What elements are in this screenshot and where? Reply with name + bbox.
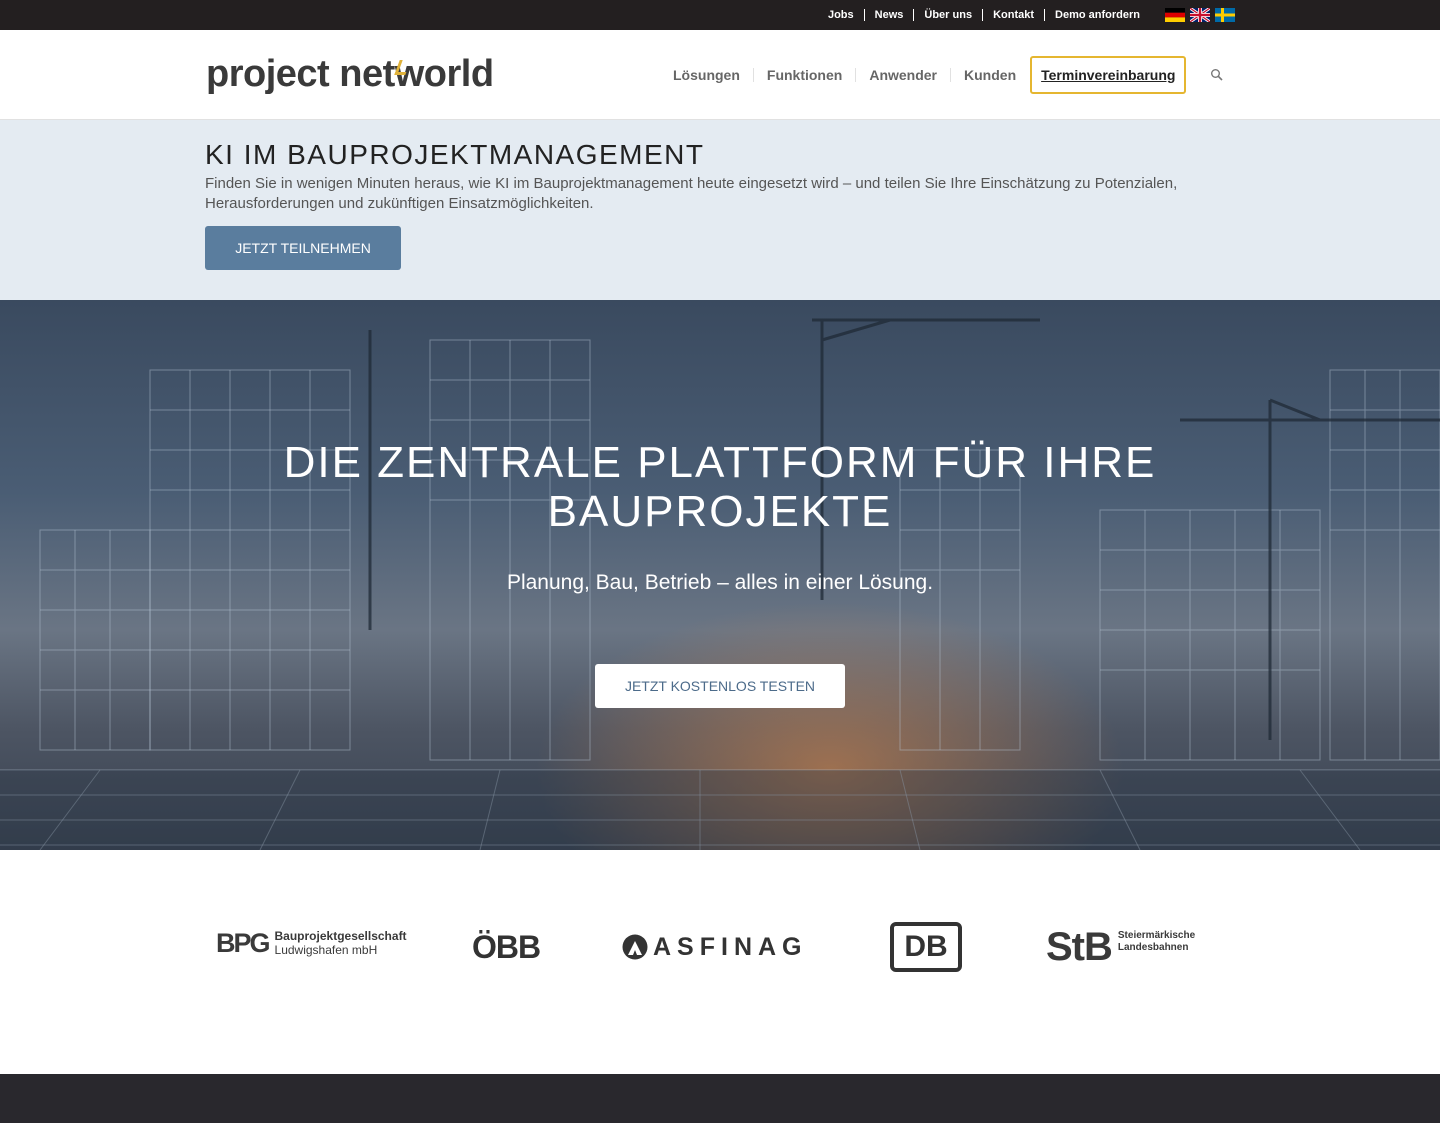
bpg-logo: BPG Bauprojektgesellschaft Ludwigshafen … <box>216 928 407 958</box>
nav-item-kunden[interactable]: Kunden <box>950 68 1029 82</box>
utility-link-demo[interactable]: Demo anfordern <box>1044 9 1150 21</box>
db-mark: DB <box>904 930 948 963</box>
free-trial-button[interactable]: JETZT KOSTENLOS TESTEN <box>595 664 845 708</box>
top-utility-bar: Jobs News Über uns Kontakt Demo anforder… <box>0 0 1440 30</box>
utility-link-jobs[interactable]: Jobs <box>818 9 864 21</box>
nav-item-funktionen[interactable]: Funktionen <box>752 68 855 82</box>
stb-logo: StB Steiermärkische Landesbahnen <box>1046 926 1195 968</box>
main-navigation: Lösungen Funktionen Anwender Kunden Term… <box>660 56 1223 94</box>
banner-title: KI IM BAUPROJEKTMANAGEMENT <box>205 139 705 170</box>
nav-item-anwender[interactable]: Anwender <box>855 68 950 82</box>
utility-links: Jobs News Über uns Kontakt Demo anforder… <box>818 0 1150 30</box>
utility-link-contact[interactable]: Kontakt <box>982 9 1044 21</box>
ki-survey-banner: KI IM BAUPROJEKTMANAGEMENT Finden Sie in… <box>0 120 1440 300</box>
main-header: project net world Lösungen Funktionen Anw… <box>0 30 1440 120</box>
db-logo: DB <box>890 922 962 972</box>
bpg-mark: BPG <box>216 928 270 958</box>
logo-text-part2: world <box>394 53 494 95</box>
site-logo[interactable]: project net world <box>206 54 494 94</box>
utility-link-news[interactable]: News <box>863 9 914 21</box>
bpg-name-line1: Bauprojektgesellschaft <box>274 929 407 943</box>
hero-section: DIE ZENTRALE PLATTFORM FÜR IHRE BAUPROJE… <box>0 300 1440 850</box>
appointment-button[interactable]: Terminvereinbarung <box>1030 56 1187 94</box>
bpg-name-line2: Ludwigshafen mbH <box>274 943 378 957</box>
german-flag-icon[interactable] <box>1165 8 1185 22</box>
stb-mark: StB <box>1046 925 1113 969</box>
banner-text: Finden Sie in wenigen Minuten heraus, wi… <box>205 175 1178 212</box>
asfinag-emblem-icon <box>622 934 648 960</box>
obb-logo: ÖBB <box>472 929 541 965</box>
utility-link-about[interactable]: Über uns <box>913 9 982 21</box>
customer-logos: BPG Bauprojektgesellschaft Ludwigshafen … <box>0 850 1440 1074</box>
stb-name-line2: Landesbahnen <box>1117 942 1189 953</box>
nav-item-loesungen[interactable]: Lösungen <box>660 68 753 82</box>
asfinag-logo: ASFINAG <box>621 932 808 962</box>
logo-text-part1: project net <box>206 53 395 95</box>
hero-subtitle: Planung, Bau, Betrieb – alles in einer L… <box>506 571 934 594</box>
site-footer <box>0 1074 1440 1123</box>
asfinag-mark: ASFINAG <box>653 933 808 961</box>
language-switcher <box>1165 8 1235 22</box>
obb-mark: ÖBB <box>472 929 541 965</box>
uk-flag-icon[interactable] <box>1190 8 1210 22</box>
swedish-flag-icon[interactable] <box>1215 8 1235 22</box>
participate-button[interactable]: JETZT TEILNEHMEN <box>205 226 401 270</box>
stb-name-line1: Steiermärkische <box>1117 930 1196 941</box>
hero-title: DIE ZENTRALE PLATTFORM FÜR IHRE BAUPROJE… <box>283 438 1157 536</box>
search-icon[interactable] <box>1210 68 1224 82</box>
